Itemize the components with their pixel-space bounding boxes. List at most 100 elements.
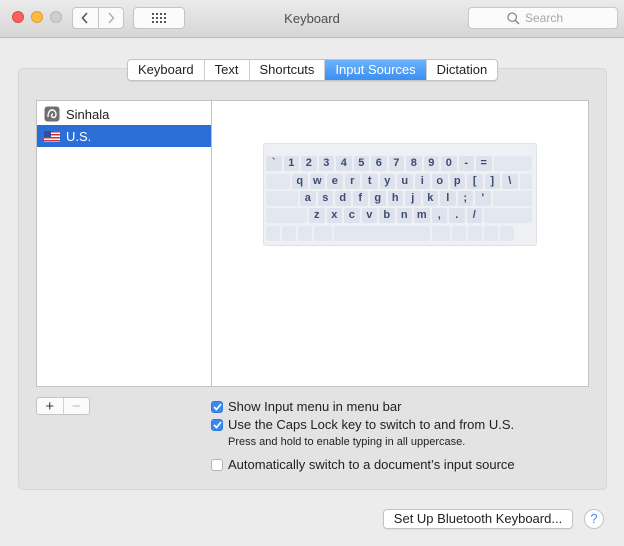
add-remove-control: + − [36,397,90,415]
us-flag-icon [44,128,60,144]
key: d [335,191,351,206]
blank-key [282,226,296,241]
tab-bar: Keyboard Text Shortcuts Input Sources Di… [127,59,499,81]
tab-input-sources[interactable]: Input Sources [325,60,427,80]
search-placeholder: Search [525,11,564,25]
key: 3 [318,156,334,171]
checkmark-icon [212,420,222,429]
key: , [431,208,447,223]
caps-lock-note: Press and hold to enable typing in all u… [228,436,466,448]
key: 1 [283,156,299,171]
blank-key [500,226,514,241]
setup-bluetooth-keyboard-button[interactable]: Set Up Bluetooth Keyboard... [383,509,573,529]
key: 8 [406,156,422,171]
source-label: U.S. [66,128,92,144]
key: s [317,191,333,206]
help-button[interactable]: ? [584,509,604,529]
key: n [396,208,412,223]
blank-key [266,226,280,241]
blank-key [432,226,450,241]
key: e [327,174,343,189]
key: r [344,174,360,189]
show-input-menu-checkbox[interactable] [211,400,223,413]
key: u [397,174,413,189]
add-source-button[interactable]: + [37,398,63,415]
sinhala-script-icon [44,106,60,122]
keyboard-row: z x c v b n m,. / [264,208,536,223]
keyboard-row: q w e r t y u i o p[] \ [264,174,536,189]
key: 7 [388,156,404,171]
key: f [352,191,368,206]
blank-key [492,191,532,206]
tab-dictation[interactable]: Dictation [427,60,498,80]
key: p [449,174,465,189]
remove-source-button[interactable]: − [62,398,90,415]
key: 4 [336,156,352,171]
key: \ [502,174,518,189]
keyboard-row [264,226,536,241]
blank-key [314,226,332,241]
tab-keyboard[interactable]: Keyboard [128,60,205,80]
show-input-menu-label: Show Input menu in menu bar [228,399,402,414]
keyboard-row: a s d f g h j k l; ' [264,191,536,206]
key: w [309,174,325,189]
key: / [466,208,482,223]
key: l [440,191,456,206]
keyboard-preview: ` 1 2 3 4 5 6 7 8 9 0- = q w e r t y u i o p[] \ a s d f g h j k l; ' z x c… [211,100,589,387]
key: g [370,191,386,206]
key: h [387,191,403,206]
source-item-sinhala[interactable]: Sinhala [37,103,211,125]
source-item-us[interactable]: U.S. [37,125,211,147]
blank-key [298,226,312,241]
blank-key [484,208,532,223]
tab-shortcuts[interactable]: Shortcuts [250,60,326,80]
blank-key [266,208,307,223]
key: ] [484,174,500,189]
key: ` [266,156,282,171]
key: v [361,208,377,223]
key: 0 [441,156,457,171]
key: = [476,156,492,171]
input-source-list[interactable]: Sinhala U.S. [36,100,212,387]
search-icon [507,12,520,25]
key: t [362,174,378,189]
auto-switch-label: Automatically switch to a document’s inp… [228,457,515,472]
blank-key [266,174,290,189]
key: 5 [353,156,369,171]
key: q [292,174,308,189]
auto-switch-option[interactable]: Automatically switch to a document’s inp… [211,457,515,472]
key: o [432,174,448,189]
checkmark-icon [212,402,222,411]
key: - [458,156,474,171]
search-field[interactable]: Search [468,7,618,29]
caps-lock-switch-label: Use the Caps Lock key to switch to and f… [228,417,515,432]
key: . [449,208,465,223]
key: ' [475,191,491,206]
tab-text[interactable]: Text [205,60,250,80]
blank-key [468,226,482,241]
caps-lock-switch-option[interactable]: Use the Caps Lock key to switch to and f… [211,417,514,432]
auto-switch-checkbox[interactable] [211,458,223,471]
blank-key [266,191,298,206]
caps-lock-switch-checkbox[interactable] [211,418,223,431]
key: j [405,191,421,206]
key: m [414,208,430,223]
blank-key [493,156,532,171]
key: c [344,208,360,223]
key: x [326,208,342,223]
key: 9 [423,156,439,171]
key: y [379,174,395,189]
preferences-window: Keyboard Search Keyboard Text Shortcuts … [0,0,624,546]
key: a [300,191,316,206]
key: 2 [301,156,317,171]
show-input-menu-option[interactable]: Show Input menu in menu bar [211,399,401,414]
key: 6 [371,156,387,171]
blank-key [334,226,430,241]
blank-key [519,174,532,189]
key: i [414,174,430,189]
key: [ [467,174,483,189]
key: z [309,208,325,223]
title-bar: Keyboard Search [0,0,624,38]
key: b [379,208,395,223]
key: k [422,191,438,206]
